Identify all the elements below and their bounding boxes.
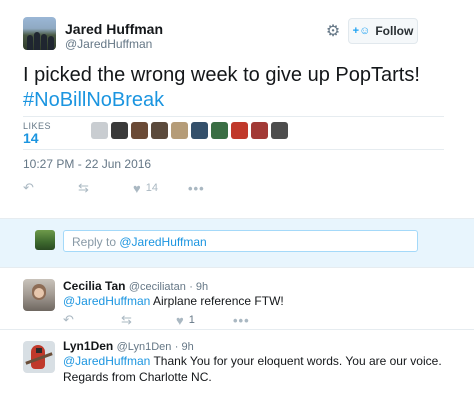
reply-body-line2: Regards from Charlotte NC. [63,370,212,384]
liker-avatar[interactable] [231,122,248,139]
like-action[interactable]: ♥ 14 [133,181,188,196]
reply-mention[interactable]: @JaredHuffman [63,354,150,368]
reply-author-handle[interactable]: @ceciliatan [129,281,186,293]
author-name[interactable]: Jared Huffman [65,21,163,37]
more-icon: ••• [188,180,205,196]
reply-action[interactable]: ↶ [23,180,78,196]
tweet-text: I picked the wrong week to give up PopTa… [23,63,443,113]
divider [23,149,444,150]
current-user-avatar [35,230,55,250]
like-action[interactable]: ♥ 1 [176,313,233,328]
more-action[interactable]: ••• [233,313,250,328]
reply-avatar[interactable] [23,341,55,373]
liker-avatar[interactable] [91,122,108,139]
reply-mention[interactable]: @JaredHuffman [63,294,150,308]
liker-avatar[interactable] [131,122,148,139]
reply-text: @JaredHuffman Thank You for your eloquen… [63,353,443,385]
reply-text: @JaredHuffman Airplane reference FTW! [63,293,443,309]
reply-avatar[interactable] [23,279,55,311]
liker-avatar[interactable] [151,122,168,139]
reply-composer: Reply to @JaredHuffman [0,218,474,268]
reply-item[interactable]: Cecilia Tan @ceciliatan · 9h @JaredHuffm… [0,268,474,330]
liker-avatar[interactable] [251,122,268,139]
divider [23,116,444,117]
follow-button[interactable]: +☺ Follow [348,18,418,44]
liker-avatar[interactable] [271,122,288,139]
reply-author-name[interactable]: Lyn1Den [63,339,113,353]
like-count: 1 [188,314,195,326]
tweet-actions: ↶ ⇆ ♥ 14 ••• [23,180,205,196]
reply-header: Lyn1Den @Lyn1Den · 9h [63,339,194,353]
heart-icon: ♥ [133,180,141,196]
reply-icon: ↶ [63,312,74,327]
reply-input-prefix: Reply to [72,235,120,249]
tweet-timestamp[interactable]: 10:27 PM - 22 Jun 2016 [23,157,151,171]
hashtag-link[interactable]: #NoBillNoBreak [23,88,443,113]
reply-icon: ↶ [23,180,34,195]
more-action[interactable]: ••• [188,181,205,196]
liker-avatar[interactable] [171,122,188,139]
reply-time[interactable]: 9h [181,341,193,353]
liker-avatar[interactable] [111,122,128,139]
author-handle[interactable]: @JaredHuffman [65,37,152,51]
liker-avatar[interactable] [211,122,228,139]
likes-count[interactable]: 14 [23,130,39,146]
tweet-detail: Jared Huffman @JaredHuffman ⚙ +☺ Follow … [0,0,474,218]
reply-item[interactable]: Lyn1Den @Lyn1Den · 9h @JaredHuffman Than… [0,330,474,402]
tweet-text-line: I picked the wrong week to give up PopTa… [23,64,420,86]
author-avatar[interactable] [23,17,56,50]
reply-author-name[interactable]: Cecilia Tan [63,279,125,293]
reply-body: Thank You for your eloquent words. You a… [150,354,442,368]
retweet-icon: ⇆ [78,180,89,195]
likers-avatar-list [91,122,288,139]
more-icon: ••• [233,312,250,328]
reply-header: Cecilia Tan @ceciliatan · 9h [63,279,209,293]
retweet-action[interactable]: ⇆ [121,312,176,328]
reply-author-handle[interactable]: @Lyn1Den [117,341,172,353]
like-count: 14 [145,182,158,194]
reply-time[interactable]: 9h [196,281,208,293]
retweet-action[interactable]: ⇆ [78,180,133,196]
reply-body: Airplane reference FTW! [150,294,284,308]
reply-input[interactable]: Reply to @JaredHuffman [63,230,418,252]
heart-icon: ♥ [176,312,184,328]
retweet-icon: ⇆ [121,312,132,327]
reply-action[interactable]: ↶ [63,312,121,328]
add-user-icon: +☺ [352,25,371,37]
reply-input-mention: @JaredHuffman [119,235,207,249]
reply-actions: ↶ ⇆ ♥ 1 ••• [63,312,250,328]
follow-label: Follow [375,24,414,38]
gear-icon[interactable]: ⚙ [325,24,341,40]
liker-avatar[interactable] [191,122,208,139]
